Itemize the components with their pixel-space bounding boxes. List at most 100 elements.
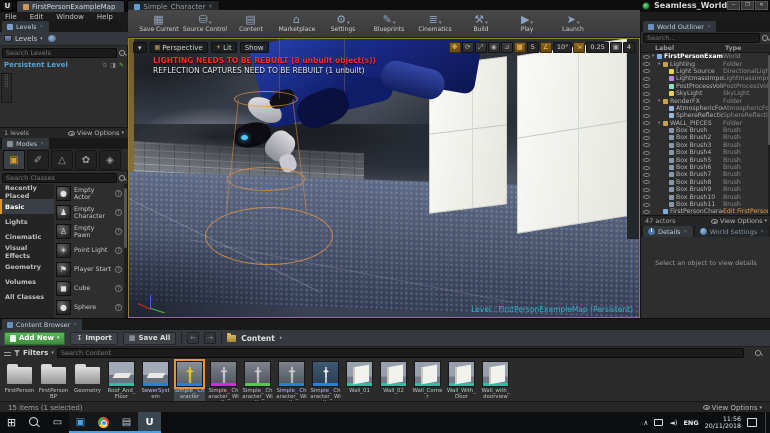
taskbar-app-icon[interactable] [138,412,161,433]
levels-view-options[interactable]: View Options ▾ [67,129,124,137]
transform-toolbar-button[interactable]: ⇲ [573,42,586,53]
transform-toolbar-button[interactable]: 5 [526,42,539,53]
perspective-button[interactable]: ▦ Perspective [149,42,208,53]
outliner-row[interactable]: Light Source DirectionalLight [641,68,768,75]
modes-scrollbar[interactable] [124,184,127,318]
asset-tile[interactable]: Simple_ Character_ With [242,360,273,407]
toolbar-button[interactable]: ⚙ ▾ Settings [320,10,366,37]
clock[interactable]: 11:56 20/11/2018 [705,416,741,430]
placement-category[interactable]: Visual Effects [0,244,54,260]
asset-tile[interactable]: Wall_02 [378,360,409,407]
visibility-eye-icon[interactable] [643,113,650,118]
tab-close-icon[interactable]: ✕ [707,24,711,30]
outliner-row[interactable]: Box Brush6 Brush [641,164,768,171]
visibility-eye-icon[interactable] [643,135,650,140]
visibility-eye-icon[interactable] [643,84,650,89]
outliner-row[interactable]: Box Brush3 Brush [641,142,768,149]
placement-category[interactable]: All Classes [0,289,54,304]
visibility-eye-icon[interactable] [643,143,650,148]
content-search-input[interactable] [56,348,744,358]
taskbar-app-icon[interactable] [92,412,115,433]
visibility-eye-icon[interactable] [643,209,650,214]
placement-category[interactable]: Recently Placed [0,184,54,200]
toolbar-button[interactable]: ▦ Save Current [136,10,182,37]
outliner-row[interactable]: LightmassImportanceVolume LightmassImpor… [641,75,768,82]
visibility-eye-icon[interactable] [643,202,650,207]
window-control-button[interactable]: ❐ [741,1,754,10]
tab-details[interactable]: i Details ✕ [643,226,693,237]
placement-item[interactable]: ☀ Point Light ? [54,241,124,260]
menu-item[interactable]: Help [97,13,113,21]
asset-tile[interactable]: Wall_Corner [412,360,443,407]
visibility-eye-icon[interactable] [643,106,650,111]
placement-item[interactable]: ♟ Empty Character ? [54,203,124,222]
placement-item[interactable]: ⚑ Player Start ? [54,260,124,279]
volume-icon[interactable]: ◄) [669,419,677,427]
transform-toolbar-button[interactable]: ⟳ [461,42,474,53]
chevron-down-icon[interactable]: ▾ [40,36,43,42]
levels-dropdown[interactable]: Levels [15,35,37,43]
placement-item[interactable]: ◼ Cube ? [54,279,124,298]
tab-close-icon[interactable]: ✕ [208,4,212,10]
column-header-label[interactable]: Label [641,45,725,52]
outliner-row[interactable]: PostProcessVolume PostProcessVolum [641,83,768,90]
tab-content-browser[interactable]: Content Browser ✕ [2,319,83,330]
tab-close-icon[interactable]: ✕ [40,141,44,147]
transform-toolbar-button[interactable]: ▦ [513,42,526,53]
asset-tile[interactable]: Wall_With_ Door [446,360,477,407]
toolbar-button[interactable]: ⌂ Marketplace [274,10,320,37]
visibility-eye-icon[interactable] [643,187,650,192]
asset-tile[interactable]: Simple_ Character_ With [310,360,341,407]
mode-tool-button[interactable]: ✿ [75,150,97,170]
menu-item[interactable]: Edit [30,13,44,21]
toolbar-button[interactable]: ✎ ▾ Blueprints [366,10,412,37]
breadcrumb[interactable]: Content [241,334,275,343]
visibility-eye-icon[interactable] [643,91,650,96]
persistent-level-row[interactable]: Persistent Level ⊙ ◨ ✎ [0,60,128,70]
placement-category[interactable]: Lights [0,214,54,229]
viewport[interactable]: ▾ ▦ Perspective ☀ Lit Show LIGHTING NEED… [128,38,640,318]
menu-item[interactable]: File [5,13,17,21]
drag-handle-widget[interactable]: ⣿ ⣿ [1,73,12,103]
viewport-options-dropdown[interactable]: ▾ [133,42,147,53]
transform-toolbar-button[interactable]: 4 [622,42,635,53]
outliner-row[interactable]: ▾ RenderFX Folder [641,97,768,105]
outliner-row[interactable]: Box Brush8 Brush [641,179,768,186]
edit-pencil-icon[interactable]: ✎ [119,62,124,69]
visibility-eye-icon[interactable] [643,158,650,163]
tab-modes[interactable]: Modes ✕ [2,138,50,149]
transform-toolbar-button[interactable]: ✥ [448,42,461,53]
outliner-row[interactable]: ▾ FirstPersonExampleMap (Editor) World [641,53,768,60]
asset-tile[interactable]: Simple_ Character_ With [208,360,239,407]
visibility-eye-icon[interactable] [643,195,650,200]
outliner-row[interactable]: AtmosphericFog AtmosphericFog [641,105,768,112]
outliner-row[interactable]: Box Brush10 Brush [641,193,768,201]
outliner-view-options[interactable]: View Options ▾ [710,217,767,225]
visibility-eye-icon[interactable] [643,165,650,170]
visibility-eye-icon[interactable] [643,180,650,185]
asset-tile[interactable]: Roof_And_ Floor [106,360,137,407]
forward-button[interactable]: → [204,332,217,344]
visibility-eye-icon[interactable]: ⊙ [102,62,107,69]
visibility-eye-icon[interactable] [643,76,650,81]
transform-toolbar-button[interactable]: ⊿ [500,42,513,53]
taskbar-app-icon[interactable] [23,412,46,433]
mode-tool-button[interactable]: ◈ [99,150,121,170]
placement-category[interactable]: Cinematic [0,229,54,244]
visibility-eye-icon[interactable] [643,62,650,67]
visibility-eye-icon[interactable] [643,128,650,133]
asset-tab[interactable]: FirstPersonExampleMap [16,0,126,12]
tray-expand-icon[interactable]: ∧ [643,419,648,427]
mode-tool-button[interactable]: ▣ [3,150,25,170]
gamepad-icon[interactable]: ◨ [110,62,116,69]
add-new-button[interactable]: Add New ▾ [4,331,66,345]
outliner-row[interactable]: Box Brush5 Brush [641,156,768,164]
asset-tile[interactable]: FirstPerson BP [38,360,69,407]
outliner-row[interactable]: Box Brush2 Brush [641,134,768,141]
taskbar-app-icon[interactable] [46,412,69,433]
tab-world-outliner[interactable]: World Outliner ✕ [643,21,717,32]
toolbar-button[interactable]: ⚒ ▾ Build [458,10,504,37]
outliner-row[interactable]: SphereReflectionCapture SphereReflection [641,112,768,119]
placement-item[interactable]: ♙ Empty Pawn ? [54,222,124,241]
taskbar-app-icon[interactable] [115,412,138,433]
